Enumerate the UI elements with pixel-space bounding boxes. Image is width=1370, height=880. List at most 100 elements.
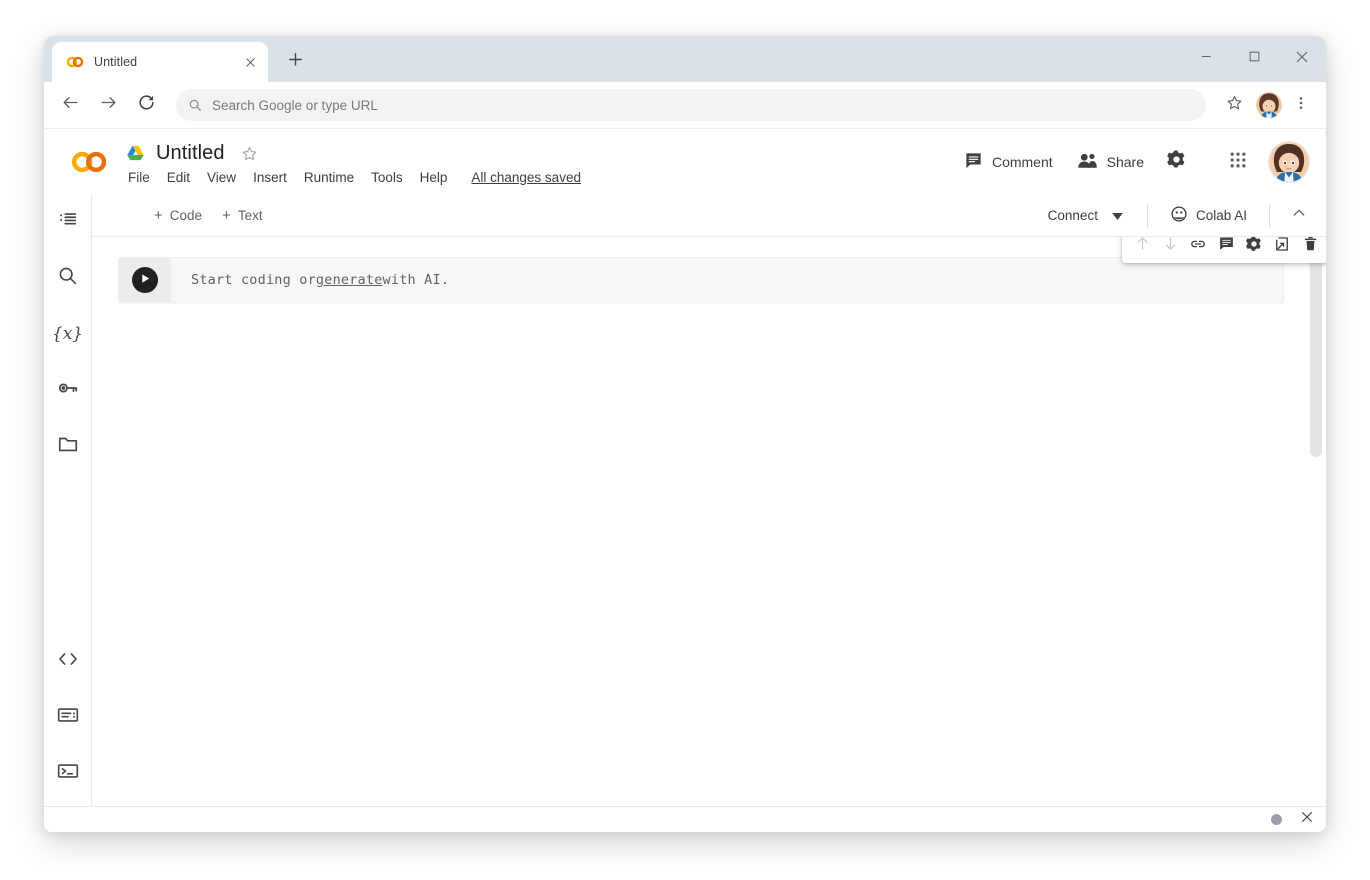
reload-icon	[137, 93, 156, 117]
browser-menu-button[interactable]	[1286, 90, 1316, 120]
trash-icon	[1302, 237, 1319, 257]
status-dot-icon[interactable]	[1271, 814, 1282, 825]
chevron-down-icon	[1112, 208, 1123, 223]
add-code-cell-button[interactable]: + Code	[144, 204, 212, 227]
address-bar-input[interactable]: Search Google or type URL	[212, 98, 378, 113]
comment-button[interactable]: Comment	[952, 143, 1065, 181]
copy-cell-link-button[interactable]	[1184, 237, 1212, 260]
status-bar	[44, 806, 1326, 832]
maximize-button[interactable]	[1230, 39, 1278, 79]
sidebar-item-find-and-replace[interactable]	[53, 263, 83, 293]
run-cell-button[interactable]	[132, 267, 158, 293]
profile-avatar-small[interactable]	[1256, 92, 1282, 118]
minimize-button[interactable]	[1182, 39, 1230, 79]
search-icon	[188, 98, 202, 112]
sidebar-item-terminal[interactable]	[53, 758, 83, 788]
search-icon	[57, 265, 78, 291]
notebook-toolbar: + Code + Text Connect	[44, 195, 1326, 237]
mirror-cell-in-tab-button[interactable]	[1268, 237, 1296, 260]
menu-bar: File Edit View Insert Runtime Tools Help…	[126, 170, 581, 185]
colab-ai-face-icon	[1170, 205, 1188, 226]
star-outline-icon[interactable]	[241, 145, 258, 162]
browser-tab[interactable]: Untitled	[52, 42, 268, 82]
browser-tab-strip: Untitled	[44, 36, 1326, 82]
sidebar-item-files[interactable]	[53, 431, 83, 461]
plus-icon: +	[154, 208, 163, 223]
comment-label: Comment	[992, 154, 1053, 170]
notebook-body: Start coding or generate with AI.	[92, 237, 1326, 806]
browser-tab-title: Untitled	[94, 55, 230, 69]
colab-ai-button[interactable]: Colab AI	[1160, 199, 1257, 232]
close-icon[interactable]	[240, 52, 260, 72]
code-editor[interactable]: Start coding or generate with AI.	[171, 258, 1283, 302]
more-cell-actions-button[interactable]	[1324, 237, 1326, 260]
people-icon	[1077, 151, 1098, 173]
menu-file[interactable]: File	[128, 170, 150, 185]
colab-logo-icon	[66, 53, 84, 71]
menu-edit[interactable]: Edit	[167, 170, 190, 185]
new-tab-button[interactable]	[278, 45, 312, 79]
play-icon	[140, 271, 151, 289]
menu-view[interactable]: View	[207, 170, 236, 185]
sidebar-bottom-group	[53, 646, 83, 806]
notebook-title-block: Untitled File Edit View Insert Runtime T…	[126, 139, 581, 185]
notebook-scrollbar[interactable]	[1310, 237, 1322, 806]
back-button[interactable]	[52, 87, 88, 123]
terminal-icon	[57, 762, 79, 785]
menu-runtime[interactable]: Runtime	[304, 170, 354, 185]
status-close-button[interactable]	[1300, 810, 1314, 829]
menu-insert[interactable]: Insert	[253, 170, 287, 185]
open-in-new-icon	[1273, 237, 1291, 258]
code-cell-container: Start coding or generate with AI.	[118, 257, 1284, 303]
colab-logo-icon[interactable]	[64, 149, 116, 175]
save-status[interactable]: All changes saved	[471, 170, 581, 185]
list-icon	[57, 209, 79, 236]
menu-tools[interactable]: Tools	[371, 170, 403, 185]
command-palette-icon	[57, 706, 79, 729]
avatar	[1256, 92, 1282, 118]
collapse-toolbar-button[interactable]	[1282, 199, 1316, 233]
browser-window: Untitled	[44, 36, 1326, 832]
move-cell-down-button[interactable]	[1156, 237, 1184, 260]
reload-button[interactable]	[128, 87, 164, 123]
sidebar-item-variables[interactable]: {x}	[53, 319, 83, 349]
add-comment-button[interactable]	[1212, 237, 1240, 260]
cell-toolbar	[1122, 237, 1326, 263]
sidebar-item-code-snippets[interactable]	[53, 646, 83, 676]
code-brackets-icon	[57, 649, 79, 674]
share-button[interactable]: Share	[1065, 143, 1156, 181]
cell-settings-button[interactable]	[1240, 237, 1268, 260]
key-icon	[57, 377, 79, 404]
sidebar-item-command-palette[interactable]	[53, 702, 83, 732]
connect-button[interactable]: Connect	[1036, 202, 1135, 229]
delete-cell-button[interactable]	[1296, 237, 1324, 260]
bookmark-button[interactable]	[1216, 87, 1252, 123]
plus-icon	[287, 51, 304, 73]
more-vert-icon	[1293, 95, 1309, 116]
generate-with-ai-link[interactable]: generate	[316, 272, 383, 288]
forward-button[interactable]	[90, 87, 126, 123]
arrow-up-icon	[1134, 237, 1151, 257]
close-icon	[1295, 50, 1309, 69]
colab-ai-label: Colab AI	[1196, 208, 1247, 223]
toolbar-divider	[1269, 205, 1270, 227]
address-bar[interactable]: Search Google or type URL	[176, 89, 1206, 121]
add-text-label: Text	[238, 208, 263, 223]
settings-button[interactable]	[1156, 142, 1196, 182]
browser-nav-bar: Search Google or type URL	[44, 82, 1326, 128]
add-text-cell-button[interactable]: + Text	[212, 204, 273, 227]
account-avatar[interactable]	[1268, 141, 1310, 183]
move-cell-up-button[interactable]	[1128, 237, 1156, 260]
sidebar-item-secrets[interactable]	[53, 375, 83, 405]
window-close-button[interactable]	[1278, 39, 1326, 79]
page-title[interactable]: Untitled	[156, 142, 225, 165]
sidebar-item-table-of-contents[interactable]	[53, 207, 83, 237]
code-cell[interactable]: Start coding or generate with AI.	[118, 257, 1284, 303]
google-apps-button[interactable]	[1218, 142, 1258, 182]
menu-help[interactable]: Help	[420, 170, 448, 185]
toolbar-divider	[1147, 205, 1148, 227]
scrollbar-thumb[interactable]	[1310, 245, 1322, 457]
comment-icon	[1218, 237, 1235, 257]
connect-label: Connect	[1048, 208, 1098, 223]
cell-gutter	[119, 258, 171, 302]
